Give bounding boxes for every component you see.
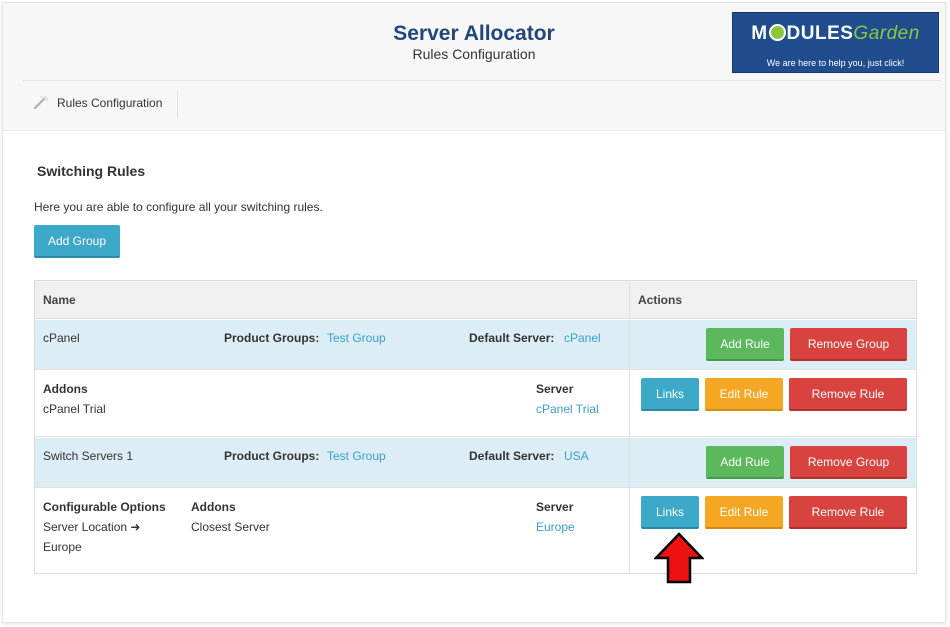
default-server-label: Default Server: (469, 449, 555, 463)
nav-item-rules-configuration[interactable]: Rules Configuration (23, 91, 178, 119)
addons-value: cPanel Trial (43, 402, 106, 416)
add-rule-button[interactable]: Add Rule (706, 446, 784, 479)
app-frame: Server Allocator Rules Configuration M DU… (2, 2, 946, 623)
column-header-name: Name (43, 293, 76, 307)
addons-label: Addons (191, 500, 236, 514)
table-row-rule: Configurable Options Server Location ➜ E… (35, 488, 916, 573)
product-groups-link[interactable]: Test Group (327, 331, 386, 345)
remove-group-button[interactable]: Remove Group (790, 328, 907, 361)
edit-rule-button[interactable]: Edit Rule (705, 378, 783, 411)
add-group-button[interactable]: Add Group (34, 225, 120, 258)
rules-table: Name Actions cPanel Product Groups: Test… (34, 280, 917, 574)
group-name: Switch Servers 1 (43, 449, 134, 463)
configurable-option-target: Europe (43, 540, 82, 554)
add-rule-button[interactable]: Add Rule (706, 328, 784, 361)
column-header-actions: Actions (638, 293, 683, 307)
server-label: Server (536, 500, 574, 514)
server-link[interactable]: cPanel Trial (536, 402, 599, 416)
table-header: Name Actions (35, 281, 916, 319)
default-server-label: Default Server: (469, 331, 555, 345)
wand-icon (33, 95, 48, 109)
table-row-group: Switch Servers 1 Product Groups: Test Gr… (35, 438, 916, 488)
arrow-right-icon: ➜ (130, 520, 141, 534)
red-up-arrow-icon (654, 532, 704, 584)
configurable-option-value: Server Location ➜ (43, 520, 141, 534)
default-server-link[interactable]: USA (564, 449, 589, 463)
remove-rule-button[interactable]: Remove Rule (789, 496, 907, 529)
server-link[interactable]: Europe (536, 520, 575, 534)
links-button[interactable]: Links (641, 378, 699, 411)
addons-value: Closest Server (191, 520, 270, 534)
logo-globe-icon (768, 24, 786, 41)
modulesgarden-logo[interactable]: M DULESGarden We are here to help you, ju… (732, 12, 939, 73)
default-server-link[interactable]: cPanel (564, 331, 601, 345)
group-name: cPanel (43, 331, 80, 345)
addons-label: Addons (43, 382, 88, 396)
configurable-options-label: Configurable Options (43, 500, 166, 514)
remove-group-button[interactable]: Remove Group (790, 446, 907, 479)
nav-item-label: Rules Configuration (57, 96, 163, 110)
logo-tagline: We are here to help you, just click! (766, 58, 905, 68)
product-groups-link[interactable]: Test Group (327, 449, 386, 463)
table-row-group: cPanel Product Groups: Test Group Defaul… (35, 320, 916, 370)
table-row-rule: Addons cPanel Trial Server cPanel Trial … (35, 370, 916, 437)
edit-rule-button[interactable]: Edit Rule (705, 496, 783, 529)
section-description: Here you are able to configure all your … (34, 200, 323, 214)
actions-column-divider (629, 281, 630, 573)
remove-rule-button[interactable]: Remove Rule (789, 378, 907, 411)
product-groups-label: Product Groups: (224, 331, 320, 345)
product-groups-label: Product Groups: (224, 449, 320, 463)
server-label: Server (536, 382, 574, 396)
links-button[interactable]: Links (641, 496, 699, 529)
page-header: Server Allocator Rules Configuration M DU… (3, 3, 945, 131)
logo-wordmark: M DULESGarden (751, 23, 920, 44)
section-title: Switching Rules (37, 163, 146, 179)
